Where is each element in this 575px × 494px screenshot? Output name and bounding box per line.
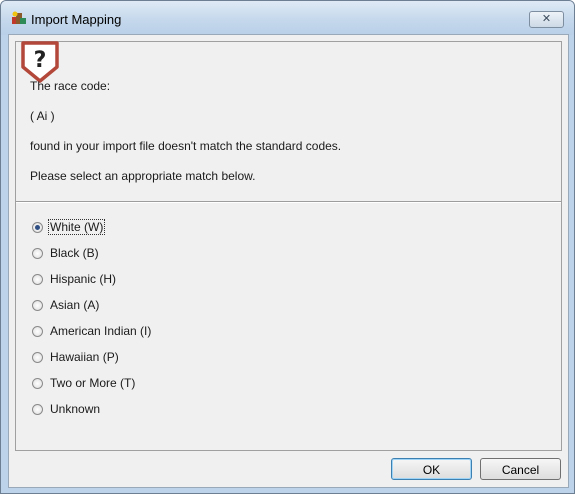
close-icon[interactable]: ✕ bbox=[529, 11, 564, 28]
option-label: Black (B) bbox=[50, 246, 99, 260]
window-title: Import Mapping bbox=[31, 12, 122, 27]
race-code-value: ( Ai ) bbox=[30, 109, 55, 123]
option-two-or-more[interactable]: Two or More (T) bbox=[32, 374, 136, 392]
radio-button[interactable] bbox=[32, 273, 43, 285]
question-mark-icon: ? bbox=[21, 41, 59, 83]
dialog-window: Import Mapping ✕ ? The race code: ( Ai )… bbox=[0, 0, 575, 494]
option-label: Asian (A) bbox=[50, 298, 100, 312]
option-asian[interactable]: Asian (A) bbox=[32, 296, 100, 314]
radio-button[interactable] bbox=[32, 377, 43, 389]
title-bar[interactable]: Import Mapping ✕ bbox=[1, 1, 574, 35]
option-unknown[interactable]: Unknown bbox=[32, 400, 101, 418]
cancel-button[interactable]: Cancel bbox=[480, 458, 561, 480]
option-label: Two or More (T) bbox=[50, 376, 136, 390]
svg-text:?: ? bbox=[34, 48, 47, 73]
option-hispanic[interactable]: Hispanic (H) bbox=[32, 270, 117, 288]
option-label: White (W) bbox=[47, 219, 106, 235]
app-icon bbox=[12, 11, 26, 24]
radio-button[interactable] bbox=[32, 351, 43, 363]
message-line-1: The race code: bbox=[30, 79, 111, 93]
option-hawaiian[interactable]: Hawaiian (P) bbox=[32, 348, 120, 366]
option-label: Hawaiian (P) bbox=[50, 350, 119, 364]
radio-button[interactable] bbox=[32, 325, 43, 337]
divider bbox=[16, 201, 561, 203]
message-line-3: Please select an appropriate match below… bbox=[30, 169, 256, 183]
option-white[interactable]: White (W) bbox=[32, 218, 106, 236]
option-label: Unknown bbox=[50, 402, 101, 416]
option-black[interactable]: Black (B) bbox=[32, 244, 100, 262]
radio-button[interactable] bbox=[32, 299, 43, 311]
option-label: Hispanic (H) bbox=[50, 272, 117, 286]
radio-button[interactable] bbox=[32, 403, 43, 415]
option-american-indian[interactable]: American Indian (I) bbox=[32, 322, 152, 340]
option-label: American Indian (I) bbox=[50, 324, 152, 338]
message-line-2: found in your import file doesn't match … bbox=[30, 139, 342, 153]
radio-button[interactable] bbox=[32, 221, 43, 233]
content-panel: ? The race code: ( Ai ) found in your im… bbox=[15, 41, 562, 451]
ok-button[interactable]: OK bbox=[391, 458, 472, 480]
radio-button[interactable] bbox=[32, 247, 43, 259]
dialog-client-area: ? The race code: ( Ai ) found in your im… bbox=[8, 34, 569, 488]
